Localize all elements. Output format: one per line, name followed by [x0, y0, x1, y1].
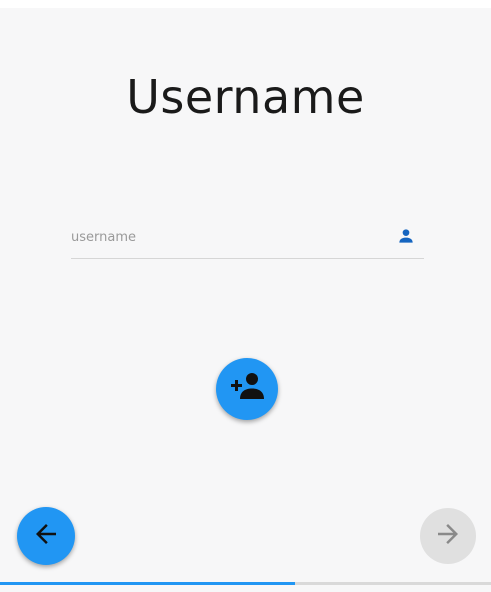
person-icon — [396, 226, 416, 246]
username-field[interactable] — [71, 220, 424, 259]
page-title: Username — [126, 70, 365, 124]
username-input[interactable] — [71, 226, 381, 248]
progress-bar — [0, 582, 491, 585]
app-screen: Username — [0, 8, 491, 592]
back-button[interactable] — [17, 507, 75, 565]
add-user-button[interactable] — [216, 358, 278, 420]
progress-bar-fill — [0, 582, 295, 585]
next-button[interactable] — [420, 508, 476, 564]
arrow-back-icon — [31, 519, 61, 553]
arrow-forward-icon — [433, 519, 463, 553]
person-add-icon — [227, 367, 267, 411]
